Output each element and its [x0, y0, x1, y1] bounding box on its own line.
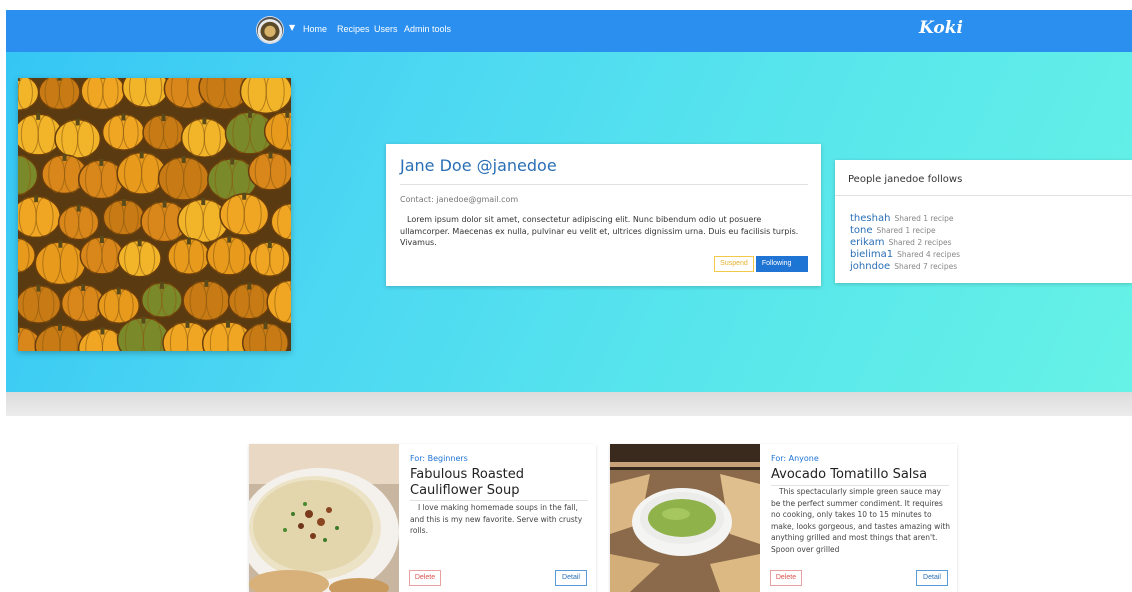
- user-avatar[interactable]: [257, 17, 283, 43]
- divider: [400, 184, 808, 185]
- list-item: erikam Shared 2 recipes: [850, 230, 952, 248]
- detail-button[interactable]: Detail: [916, 570, 948, 586]
- section-divider: [6, 392, 1132, 416]
- nav-link-admin-tools[interactable]: Admin tools: [404, 24, 451, 34]
- caret-down-icon[interactable]: ▼: [289, 23, 295, 32]
- list-item: tone Shared 1 recipe: [850, 218, 936, 236]
- recipe-audience: For: Beginners: [410, 454, 468, 463]
- nav-link-home[interactable]: Home: [303, 24, 327, 34]
- top-navbar: ▼ Home Recipes Users Admin tools Koki: [6, 10, 1132, 52]
- list-item: johndoe Shared 7 recipes: [850, 254, 957, 272]
- profile-bio: Lorem ipsum dolor sit amet, consectetur …: [400, 215, 799, 247]
- shared-count: Shared 7 recipes: [894, 262, 958, 271]
- recipe-description: This spectacularly simple green sauce ma…: [771, 487, 951, 554]
- suspend-button[interactable]: Suspend: [714, 256, 754, 272]
- nav-link-recipes[interactable]: Recipes: [337, 24, 370, 34]
- nav-link-users[interactable]: Users: [374, 24, 398, 34]
- list-item: bielima1 Shared 4 recipes: [850, 242, 960, 260]
- recipe-photo: [610, 444, 760, 592]
- recipe-title: Avocado Tomatillo Salsa: [771, 467, 928, 482]
- following-button[interactable]: Following 👤: [756, 256, 808, 272]
- delete-button[interactable]: Delete: [770, 570, 802, 586]
- brand-logo[interactable]: Koki: [919, 18, 963, 38]
- profile-hero: Jane Doe @janedoe Contact: janedoe@gmail…: [6, 52, 1132, 392]
- delete-button[interactable]: Delete: [409, 570, 441, 586]
- recipe-audience: For: Anyone: [771, 454, 819, 463]
- followed-user-link[interactable]: johndoe: [850, 261, 890, 272]
- profile-name: Jane Doe @janedoe: [400, 156, 557, 175]
- recipe-card: For: Anyone Avocado Tomatillo Salsa This…: [610, 444, 957, 592]
- divider: [410, 500, 588, 501]
- following-list-card: People janedoe follows theshah Shared 1 r…: [835, 160, 1132, 283]
- recipe-title: Fabulous Roasted Cauliflower Soup: [410, 467, 524, 498]
- profile-contact: Contact: janedoe@gmail.com: [400, 195, 519, 204]
- divider: [835, 195, 1132, 196]
- detail-button[interactable]: Detail: [555, 570, 587, 586]
- recipe-description: I love making homemade soups in the fall…: [410, 503, 583, 535]
- profile-cover-photo: [18, 78, 291, 351]
- recipe-photo: [249, 444, 399, 592]
- following-list-title: People janedoe follows: [848, 174, 963, 185]
- recipe-card: For: Beginners Fabulous Roasted Cauliflo…: [249, 444, 596, 592]
- profile-card: Jane Doe @janedoe Contact: janedoe@gmail…: [386, 144, 821, 286]
- list-item: theshah Shared 1 recipe: [850, 206, 954, 224]
